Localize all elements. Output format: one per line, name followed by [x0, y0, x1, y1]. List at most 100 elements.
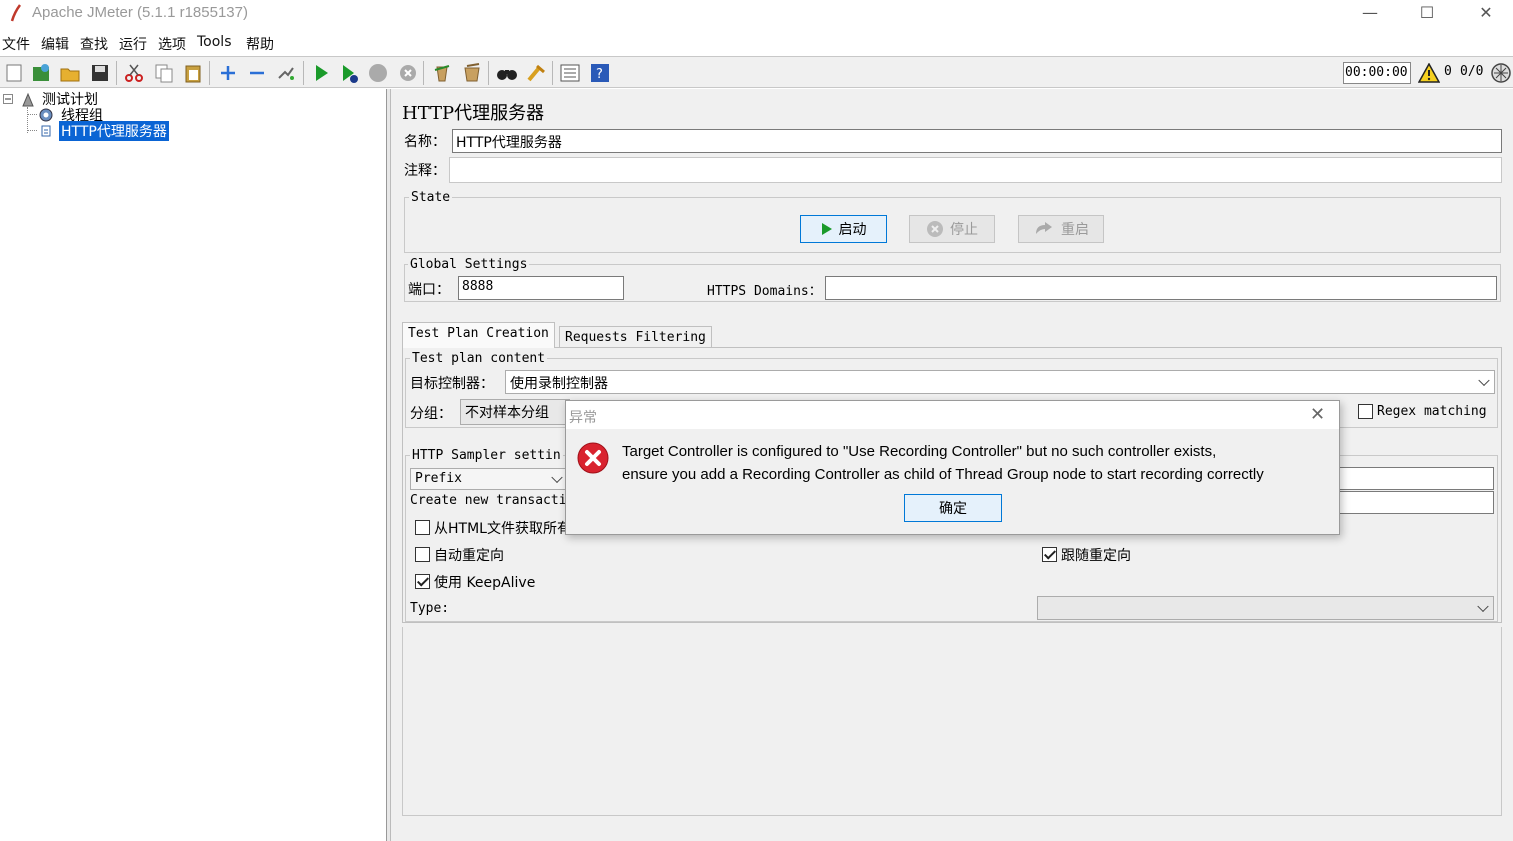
- start-button[interactable]: 启动: [800, 215, 887, 243]
- menu-search[interactable]: 查找: [80, 34, 108, 54]
- elapsed-timer: 00:00:00: [1343, 62, 1411, 84]
- stop-icon[interactable]: [367, 62, 389, 84]
- status-globe-icon: [1491, 63, 1511, 83]
- error-icon: [577, 442, 609, 474]
- menu-tools[interactable]: Tools: [197, 34, 232, 50]
- grouping-select[interactable]: 不对样本分组: [460, 399, 570, 425]
- https-domains-label: HTTPS Domains：: [707, 284, 822, 299]
- dialog-message-line2: ensure you add a Recording Controller as…: [622, 466, 1264, 483]
- toolbar-separator: [116, 61, 117, 85]
- dialog-title: 异常: [569, 410, 597, 426]
- expand-icon[interactable]: [217, 62, 239, 84]
- reset-search-icon[interactable]: [525, 62, 547, 84]
- http-sampler-settings-title: HTTP Sampler settin: [410, 448, 563, 463]
- prefix-text-field[interactable]: [1336, 467, 1494, 490]
- stop-button-label: 停止: [950, 222, 978, 238]
- stop-button[interactable]: 停止: [909, 215, 995, 243]
- collapse-node-icon[interactable]: [3, 94, 13, 104]
- shutdown-icon[interactable]: [397, 62, 419, 84]
- collapse-icon[interactable]: [246, 62, 268, 84]
- state-group-title: State: [409, 190, 453, 205]
- restart-button-label: 重启: [1061, 222, 1089, 238]
- chevron-down-icon: [1477, 600, 1489, 613]
- start-button-label: 启动: [838, 222, 867, 238]
- ok-button[interactable]: 确定: [904, 494, 1002, 522]
- cut-icon[interactable]: [123, 62, 145, 84]
- error-dialog: 异常 ✕ Target Controller is configured to …: [565, 400, 1340, 535]
- regex-matching-label: Regex matching: [1377, 404, 1487, 419]
- dialog-message-line1: Target Controller is configured to "Use …: [622, 443, 1217, 460]
- follow-redirect-checkbox[interactable]: [1042, 547, 1057, 562]
- empty-panel-area: [402, 627, 1502, 816]
- tab-test-plan-creation[interactable]: Test Plan Creation: [402, 322, 555, 348]
- comment-label: 注释：: [404, 163, 446, 179]
- svg-text:?: ?: [596, 67, 603, 82]
- copy-icon[interactable]: [153, 62, 175, 84]
- prefix-value: Prefix: [415, 471, 462, 486]
- menubar: 文件 编辑 查找 运行 选项 Tools 帮助: [0, 32, 1513, 56]
- menu-file[interactable]: 文件: [2, 34, 30, 54]
- port-field[interactable]: 8888: [458, 276, 624, 300]
- comment-field[interactable]: [449, 157, 1502, 183]
- restart-icon: [1036, 222, 1052, 234]
- toolbar-separator: [303, 61, 304, 85]
- play-icon: [821, 223, 832, 235]
- start-icon[interactable]: [310, 62, 332, 84]
- test-plan-content-title: Test plan content: [410, 351, 548, 366]
- function-helper-icon[interactable]: [559, 62, 581, 84]
- panel-title: HTTP代理服务器: [402, 103, 545, 124]
- templates-icon[interactable]: [30, 62, 52, 84]
- target-controller-select[interactable]: 使用录制控制器: [505, 370, 1495, 394]
- target-controller-value: 使用录制控制器: [510, 376, 608, 392]
- menu-run[interactable]: 运行: [119, 34, 147, 54]
- toolbar: ? 00:00:00 0 0/0: [0, 56, 1513, 88]
- prefix-select[interactable]: Prefix: [410, 468, 568, 490]
- menu-options[interactable]: 选项: [158, 34, 186, 54]
- maximize-button[interactable]: ☐: [1405, 2, 1449, 24]
- start-no-pause-icon[interactable]: [338, 62, 360, 84]
- search-icon[interactable]: [496, 62, 518, 84]
- tree-item-http-proxy-selected[interactable]: HTTP代理服务器: [59, 121, 169, 141]
- name-field[interactable]: HTTP代理服务器: [452, 129, 1502, 153]
- keepalive-label: 使用 KeepAlive: [434, 575, 536, 591]
- tab-requests-filtering[interactable]: Requests Filtering: [559, 326, 712, 348]
- auto-redirect-label: 自动重定向: [434, 548, 504, 564]
- regex-matching-checkbox[interactable]: [1358, 404, 1373, 419]
- create-transaction-label: Create new transacti: [410, 493, 567, 508]
- https-domains-field[interactable]: [825, 276, 1497, 300]
- warning-count: 0: [1444, 64, 1452, 79]
- dialog-close-button[interactable]: ✕: [1310, 404, 1325, 425]
- follow-redirect-label: 跟随重定向: [1061, 548, 1131, 564]
- new-icon[interactable]: [3, 62, 25, 84]
- help-icon[interactable]: ?: [589, 62, 611, 84]
- jmeter-feather-icon: [10, 4, 22, 22]
- transaction-field[interactable]: [1336, 491, 1494, 514]
- toolbar-separator: [488, 61, 489, 85]
- global-settings-title: Global Settings: [408, 257, 530, 272]
- menu-edit[interactable]: 编辑: [41, 34, 69, 54]
- auto-redirect-checkbox[interactable]: [415, 547, 430, 562]
- fetch-resources-checkbox[interactable]: [415, 520, 430, 535]
- keepalive-checkbox[interactable]: [415, 574, 430, 589]
- chevron-down-icon: [551, 471, 563, 484]
- toolbar-separator: [209, 61, 210, 85]
- grouping-label: 分组：: [410, 406, 452, 422]
- menu-help[interactable]: 帮助: [246, 34, 274, 54]
- type-select[interactable]: [1037, 596, 1494, 620]
- close-window-button[interactable]: ✕: [1464, 2, 1508, 24]
- tree-connector: [27, 114, 37, 115]
- window-titlebar: Apache JMeter (5.1.1 r1855137) — ☐ ✕: [0, 0, 1513, 30]
- toggle-icon[interactable]: [275, 62, 297, 84]
- grouping-value: 不对样本分组: [465, 405, 549, 421]
- save-icon[interactable]: [89, 62, 111, 84]
- minimize-button[interactable]: —: [1348, 2, 1392, 24]
- paste-icon[interactable]: [182, 62, 204, 84]
- open-icon[interactable]: [59, 62, 81, 84]
- toolbar-separator: [423, 61, 424, 85]
- clear-icon[interactable]: [431, 62, 453, 84]
- warning-icon[interactable]: [1418, 63, 1440, 83]
- stop-circle-icon: [927, 221, 943, 237]
- tree-connector: [27, 130, 37, 131]
- restart-button[interactable]: 重启: [1018, 215, 1104, 243]
- clear-all-icon[interactable]: [461, 62, 483, 84]
